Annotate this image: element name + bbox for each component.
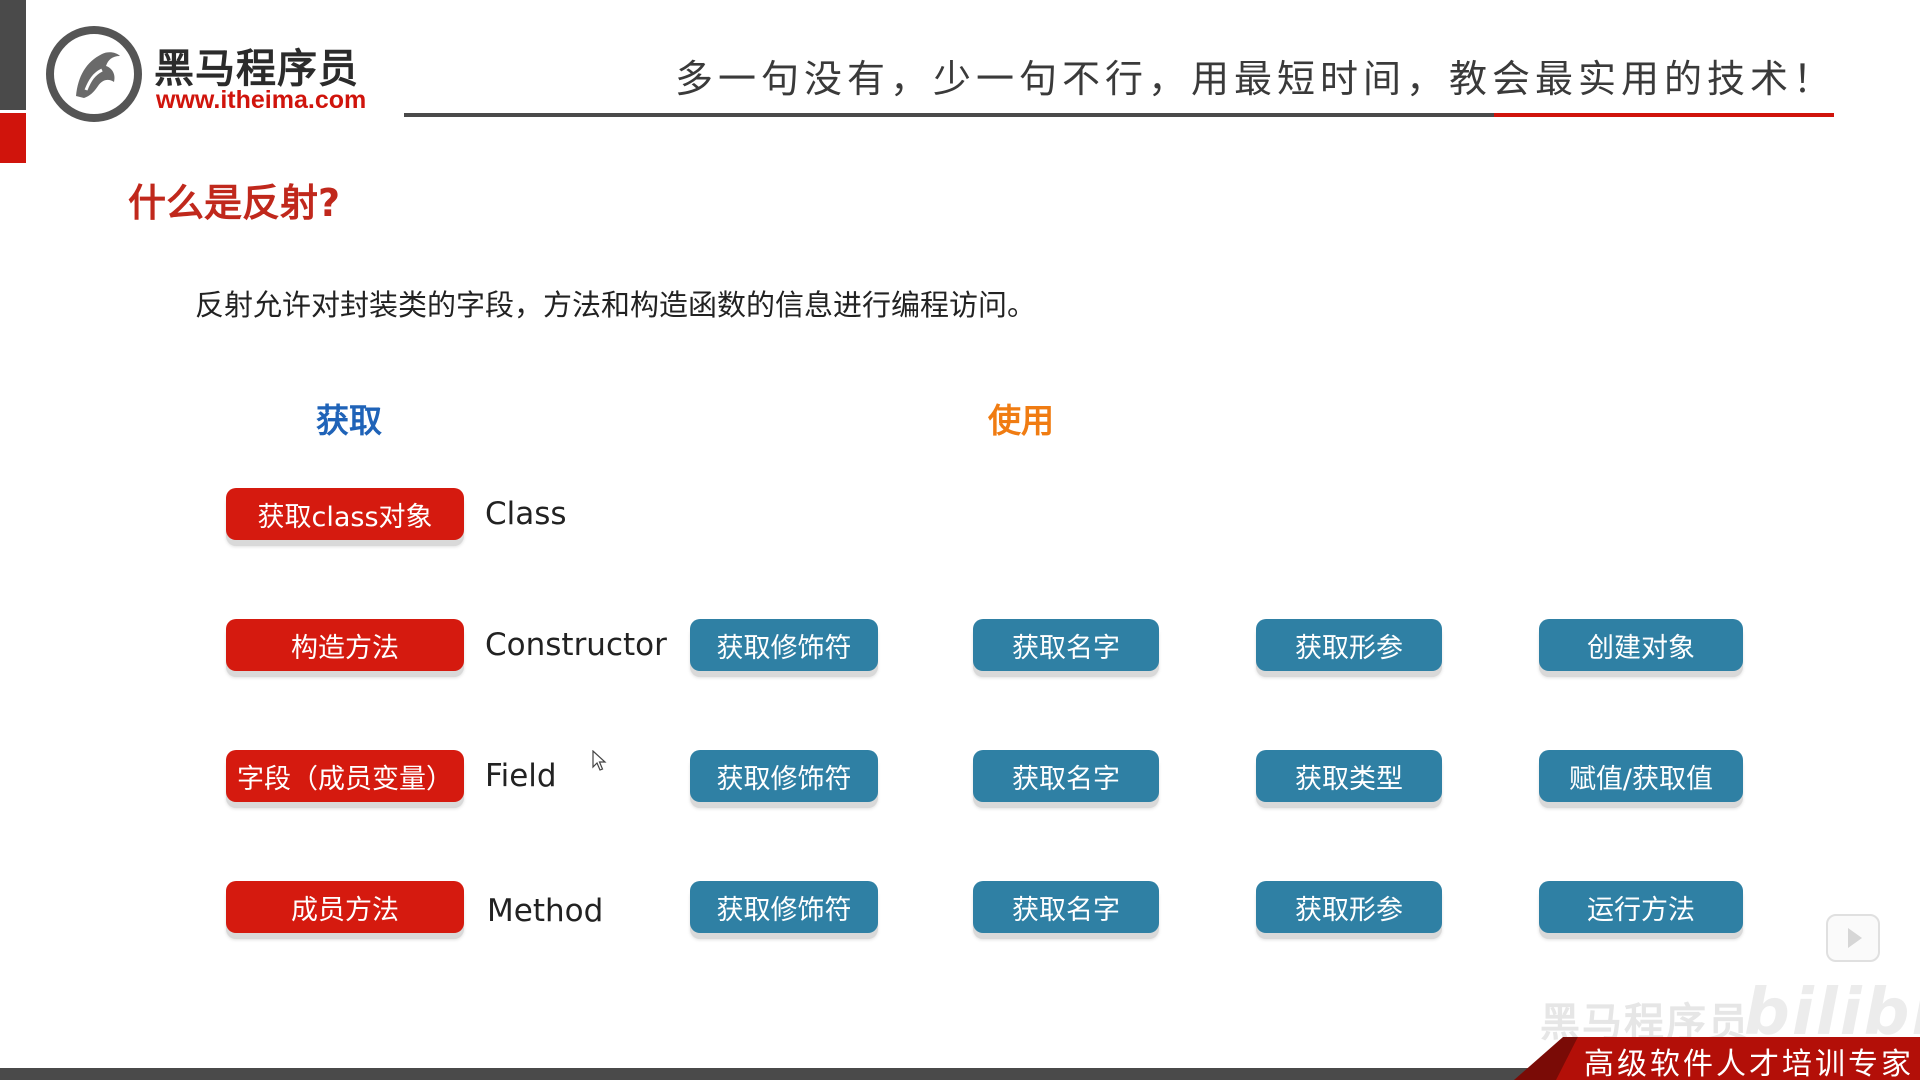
heading-obtain: 获取 [316,401,382,440]
field-set-get-value-button[interactable]: 赋值/获取值 [1539,750,1743,802]
type-label-method: Method [487,893,604,929]
constructor-create-object-button[interactable]: 创建对象 [1539,619,1743,671]
type-label-class: Class [485,496,567,532]
brand-logo: 黑马程序员 www.itheima.com [46,26,376,122]
method-get-params-button[interactable]: 获取形参 [1256,881,1442,933]
heading-use: 使用 [988,401,1054,440]
left-edge-dark-bar [0,0,26,110]
slide: 黑马程序员 www.itheima.com 多一句没有，少一句不行，用最短时间，… [0,0,1920,1080]
video-player-icon[interactable] [1826,914,1880,962]
definition-text: 反射允许对封装类的字段，方法和构造函数的信息进行编程访问。 [195,288,1037,322]
type-label-constructor: Constructor [485,627,667,663]
footer-slogan: 高级软件人才培训专家 [1584,1047,1914,1080]
type-label-field: Field [485,758,557,794]
obtain-method-button[interactable]: 成员方法 [226,881,464,933]
constructor-get-params-button[interactable]: 获取形参 [1256,619,1442,671]
field-get-name-button[interactable]: 获取名字 [973,750,1159,802]
field-get-type-button[interactable]: 获取类型 [1256,750,1442,802]
logo-url: www.itheima.com [156,86,367,114]
header-slogan: 多一句没有，少一句不行，用最短时间，教会最实用的技术！ [674,57,1836,101]
obtain-field-button[interactable]: 字段（成员变量） [226,750,464,802]
mouse-pointer-icon [592,750,607,771]
header-rule-red [1494,113,1834,117]
obtain-class-object-button[interactable]: 获取class对象 [226,488,464,540]
method-get-modifiers-button[interactable]: 获取修饰符 [690,881,878,933]
page-title: 什么是反射? [128,181,341,225]
method-invoke-button[interactable]: 运行方法 [1539,881,1743,933]
constructor-get-name-button[interactable]: 获取名字 [973,619,1159,671]
method-get-name-button[interactable]: 获取名字 [973,881,1159,933]
header-rule-gray [404,113,1494,117]
constructor-get-modifiers-button[interactable]: 获取修饰符 [690,619,878,671]
field-get-modifiers-button[interactable]: 获取修饰符 [690,750,878,802]
horse-head-logo-icon [46,26,142,122]
left-edge-red-bar [0,113,26,163]
obtain-constructor-button[interactable]: 构造方法 [226,619,464,671]
